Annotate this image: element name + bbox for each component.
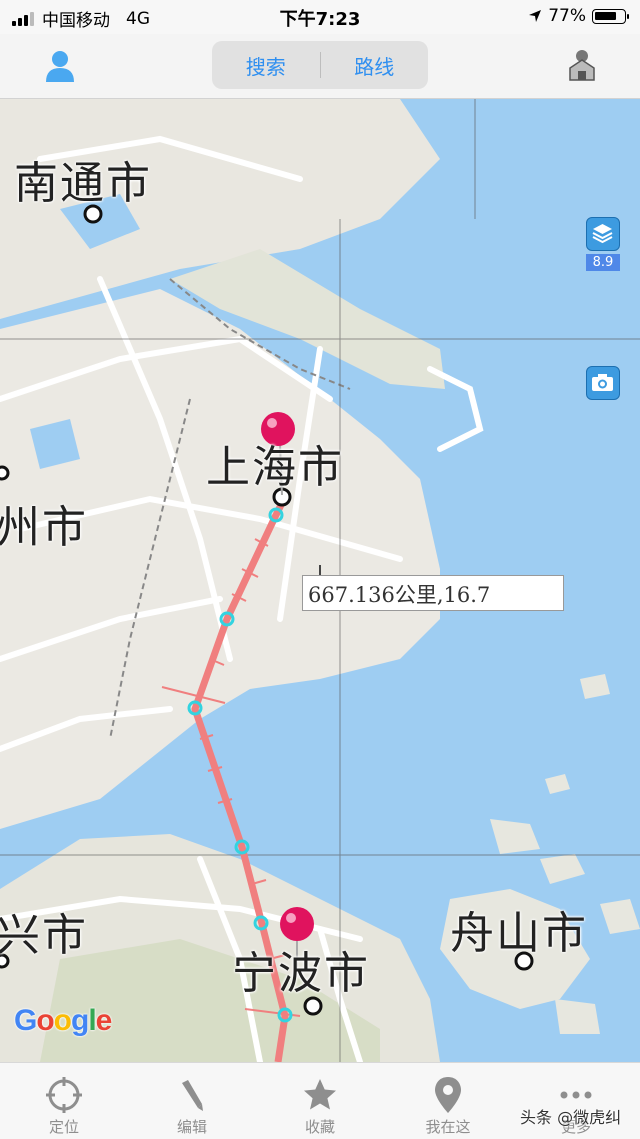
location-arrow-icon [529,10,542,22]
tab-search[interactable]: 搜索 [212,51,320,80]
tab-label: 编辑 [176,1118,207,1136]
tab-label: 收藏 [304,1118,335,1136]
zoom-level-badge: 8.9 [586,254,620,271]
city-label-zhoushan: 舟山市 [450,908,588,959]
tab-favorites[interactable]: 收藏 [256,1063,384,1139]
tab-label: 我在这 [425,1118,471,1136]
segmented-control: 搜索 路线 [212,41,428,89]
city-label-jiaxing: 兴市 [0,910,88,961]
city-label-suzhou: 州市 [0,502,88,553]
crosshair-icon [46,1077,82,1113]
distance-readout: 667.136公里,16.7 [302,575,564,611]
city-label-ningbo: 宁波市 [232,948,370,999]
camera-icon [592,374,613,391]
tab-locate[interactable]: 定位 [0,1063,128,1139]
user-icon[interactable] [40,46,80,86]
location-pin-icon [435,1077,461,1113]
camera-button[interactable] [586,366,620,400]
layers-button[interactable] [586,217,620,251]
battery-icon [592,8,629,24]
top-navigation: 搜索 路线 [0,34,640,99]
google-logo: Google [14,1004,112,1037]
watermark: 头条 @微虎纠 [520,1108,622,1127]
pencil-icon [182,1080,203,1111]
battery-percent: 77% [548,6,586,26]
status-bar: 中国移动 4G 下午7:23 77% [0,0,640,34]
home-user-icon[interactable] [562,46,602,86]
tab-edit[interactable]: 编辑 [128,1063,256,1139]
tab-label: 定位 [48,1118,79,1136]
star-icon [304,1079,336,1110]
city-label-shanghai: 上海市 [206,442,344,493]
tab-i-am-here[interactable]: 我在这 [384,1063,512,1139]
map-view[interactable]: 南通市 上海市 州市 兴市 宁波市 舟山市 8.9 667.136公里,16.7… [0,99,640,1062]
layers-icon [592,224,613,244]
tab-route[interactable]: 路线 [321,51,429,80]
city-label-nantong: 南通市 [14,158,152,209]
